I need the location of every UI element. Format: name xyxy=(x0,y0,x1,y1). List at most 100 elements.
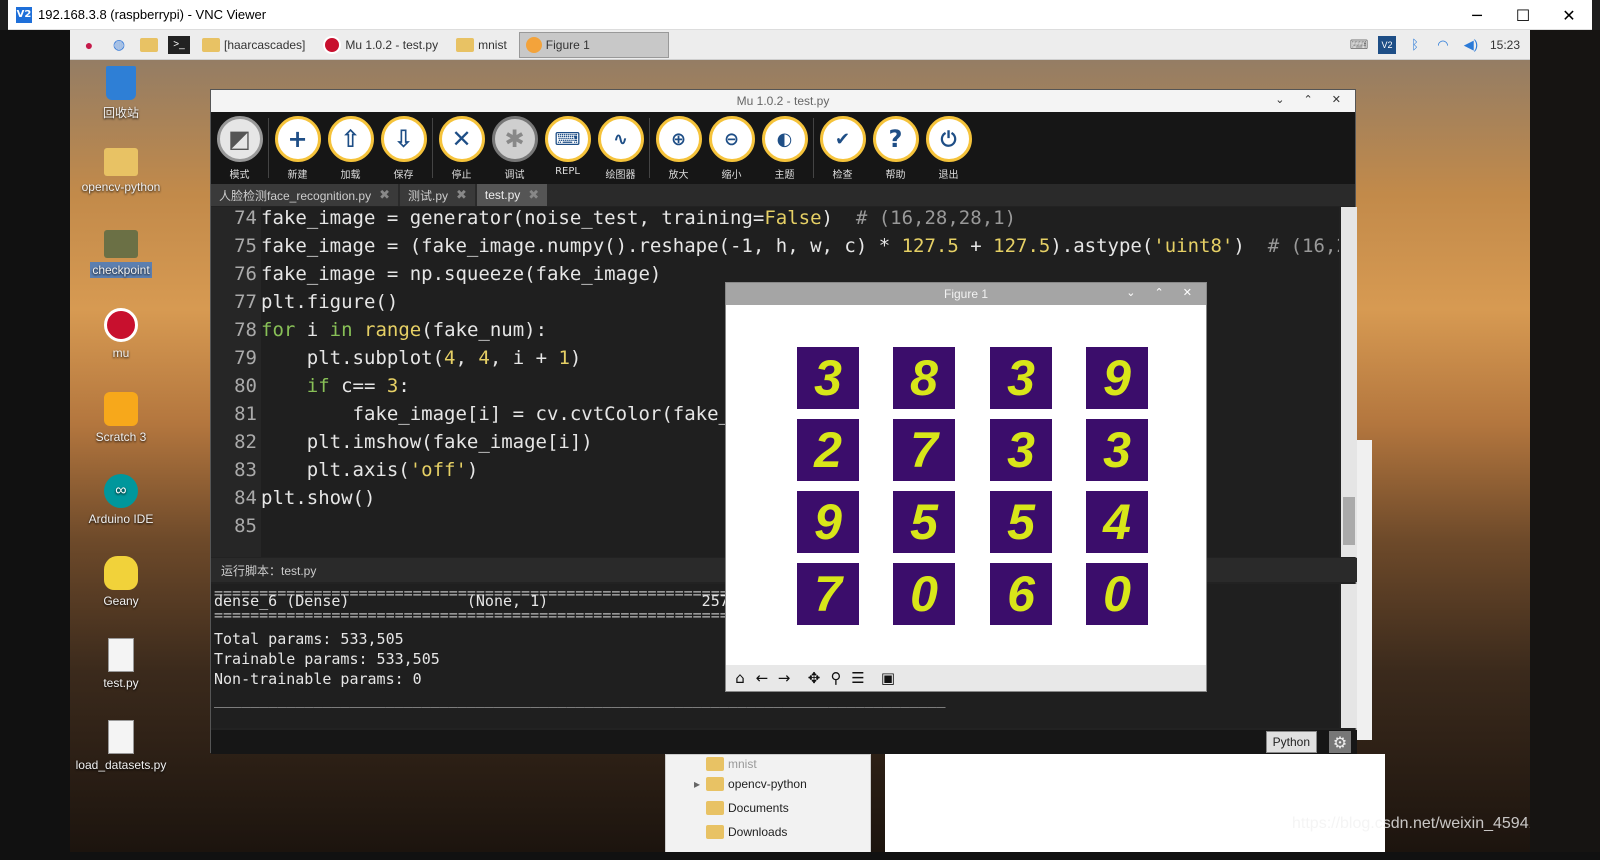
background-window-edge xyxy=(1356,440,1372,740)
figure-titlebar: Figure 1 ⌄ ⌃ ✕ xyxy=(726,283,1206,305)
window-title: 192.168.3.8 (raspberrypi) - VNC Viewer xyxy=(38,7,267,22)
save-button[interactable]: ⇩ 保存 xyxy=(377,116,430,181)
task-haarcascades[interactable]: [haarcascades] xyxy=(196,32,311,58)
download-icon: ⇩ xyxy=(380,116,427,162)
terminal-icon[interactable]: >_ xyxy=(168,35,190,54)
output-scrollbar[interactable] xyxy=(1341,584,1357,728)
desktop-icon-test-py[interactable]: test.py xyxy=(71,638,171,690)
chevron-right-icon[interactable]: ▸ xyxy=(694,777,700,791)
bluetooth-icon[interactable]: ᛒ xyxy=(1406,36,1424,54)
plotter-button[interactable]: ∿ 绘图器 xyxy=(594,116,647,181)
remote-desktop: ● ◍ >_ [haarcascades] Mu 1.0.2 - test.py… xyxy=(70,30,1530,852)
tree-item-downloads[interactable]: Downloads xyxy=(706,825,787,839)
mu-window-controls[interactable]: ⌄ ⌃ ✕ xyxy=(1275,93,1349,106)
file-manager-pane xyxy=(885,754,1385,852)
new-button[interactable]: + 新建 xyxy=(271,116,324,181)
line-gutter: 74 75 76 77 78 79 80 81 82 83 84 85 xyxy=(211,207,261,557)
forward-arrow-icon[interactable]: → xyxy=(774,668,794,688)
system-tray: ⌨ V2 ᛒ ◠ ◀) 15:23 xyxy=(1350,35,1520,54)
task-mnist[interactable]: mnist xyxy=(450,32,513,58)
editor-scrollbar[interactable] xyxy=(1341,207,1357,557)
tree-item-documents[interactable]: Documents xyxy=(706,801,789,815)
configure-subplots-icon[interactable]: ☰ xyxy=(848,668,868,688)
zoom-in-icon: ⊕ xyxy=(655,116,702,162)
check-button[interactable]: ✔ 检查 xyxy=(816,116,869,181)
desktop-icon-checkpoint[interactable]: checkpoint xyxy=(71,230,171,278)
desktop-icon-trash[interactable]: 回收站 xyxy=(71,66,171,121)
viewer-right-border xyxy=(1530,30,1600,852)
desktop-icon-scratch[interactable]: Scratch 3 xyxy=(71,392,171,444)
tab-ceshi[interactable]: 测试.py ✖ xyxy=(399,184,475,206)
zoom-in-button[interactable]: ⊕ 放大 xyxy=(652,116,705,181)
folder-icon xyxy=(706,825,724,839)
line-number: 74 xyxy=(234,207,257,229)
raspberry-menu-icon[interactable]: ● xyxy=(78,34,100,56)
maximize-button[interactable]: ☐ xyxy=(1500,0,1546,30)
save-figure-icon[interactable]: ▣ xyxy=(878,668,898,688)
zoom-rect-icon[interactable]: ⚲ xyxy=(826,668,846,688)
generated-digit: 5 xyxy=(990,491,1052,553)
power-icon: ⏻ xyxy=(925,116,972,162)
scratch-icon xyxy=(104,392,138,426)
back-arrow-icon[interactable]: ← xyxy=(752,668,772,688)
quit-button[interactable]: ⏻ 退出 xyxy=(922,116,975,181)
arduino-icon: ∞ xyxy=(104,474,138,508)
folder-icon xyxy=(104,148,138,176)
plus-icon: + xyxy=(274,116,321,162)
help-button[interactable]: ? 帮助 xyxy=(869,116,922,181)
vnc-tray-icon[interactable]: V2 xyxy=(1377,35,1396,54)
bug-icon: ✱ xyxy=(491,116,538,162)
taskbar: ● ◍ >_ [haarcascades] Mu 1.0.2 - test.py… xyxy=(70,30,1530,60)
keyboard-icon[interactable]: ⌨ xyxy=(1350,36,1369,54)
code-line: fake_image[i] = cv.cvtColor(fake_im xyxy=(261,403,753,425)
pan-icon[interactable]: ✥ xyxy=(804,668,824,688)
tree-item-mnist[interactable]: mnist xyxy=(706,757,757,771)
home-icon[interactable]: ⌂ xyxy=(730,668,750,688)
desktop-icon-arduino[interactable]: ∞ Arduino IDE xyxy=(71,474,171,526)
wifi-icon[interactable]: ◠ xyxy=(1434,36,1452,54)
mu-statusbar: Python ⚙ xyxy=(211,730,1357,754)
mu-titlebar: Mu 1.0.2 - test.py ⌄ ⌃ ✕ xyxy=(211,90,1355,112)
viewer-left-border xyxy=(0,30,70,852)
generated-digit: 3 xyxy=(797,347,859,409)
figure-canvas[interactable]: 3 8 3 9 2 7 3 3 9 5 5 4 7 0 6 0 xyxy=(726,305,1206,665)
close-tab-icon[interactable]: ✖ xyxy=(528,187,539,203)
repl-button[interactable]: ⌨ REPL xyxy=(541,116,594,177)
tab-face-recognition[interactable]: 人脸检测face_recognition.py ✖ xyxy=(211,184,398,206)
task-figure1[interactable]: Figure 1 xyxy=(518,31,669,58)
file-manager-icon[interactable] xyxy=(138,34,160,56)
close-button[interactable]: ✕ xyxy=(1546,0,1592,30)
geany-icon xyxy=(104,556,138,590)
vnc-logo-icon: V2 xyxy=(16,6,32,23)
gear-icon[interactable]: ⚙ xyxy=(1329,731,1351,753)
mode-indicator-button[interactable]: Python xyxy=(1265,731,1317,753)
desktop-icon-opencv-python[interactable]: opencv-python xyxy=(71,148,171,194)
tree-item-opencv-python[interactable]: ▸ opencv-python xyxy=(694,777,807,791)
close-tab-icon[interactable]: ✖ xyxy=(379,187,390,203)
line-number: 84 xyxy=(234,487,257,509)
desktop-icon-load-datasets[interactable]: load_datasets.py xyxy=(71,720,171,772)
minimize-button[interactable]: ─ xyxy=(1454,0,1500,30)
vnc-titlebar: V2 192.168.3.8 (raspberrypi) - VNC Viewe… xyxy=(8,0,1592,30)
generated-digit: 7 xyxy=(797,563,859,625)
code-line: fake_image = (fake_image.numpy().reshape… xyxy=(261,235,1339,257)
generated-digit: 5 xyxy=(893,491,955,553)
stop-button[interactable]: ✕ 停止 xyxy=(435,116,488,181)
theme-button[interactable]: ◐ 主题 xyxy=(758,116,811,181)
task-mu[interactable]: Mu 1.0.2 - test.py xyxy=(317,32,444,58)
generated-digit: 0 xyxy=(893,563,955,625)
zoom-out-button[interactable]: ⊖ 缩小 xyxy=(705,116,758,181)
browser-icon[interactable]: ◍ xyxy=(108,34,130,56)
mode-button[interactable]: ◩ 模式 xyxy=(213,116,266,181)
tab-test-py[interactable]: test.py ✖ xyxy=(476,184,548,206)
figure-window-controls[interactable]: ⌄ ⌃ ✕ xyxy=(1126,286,1200,299)
code-line: plt.figure() xyxy=(261,291,399,313)
desktop-icon-geany[interactable]: Geany xyxy=(71,556,171,608)
close-tab-icon[interactable]: ✖ xyxy=(456,187,467,203)
plotter-icon: ∿ xyxy=(597,116,644,162)
debug-button[interactable]: ✱ 调试 xyxy=(488,116,541,181)
volume-icon[interactable]: ◀) xyxy=(1462,36,1480,54)
clock[interactable]: 15:23 xyxy=(1490,38,1520,52)
desktop-icon-mu[interactable]: mu xyxy=(71,308,171,360)
load-button[interactable]: ⇧ 加载 xyxy=(324,116,377,181)
